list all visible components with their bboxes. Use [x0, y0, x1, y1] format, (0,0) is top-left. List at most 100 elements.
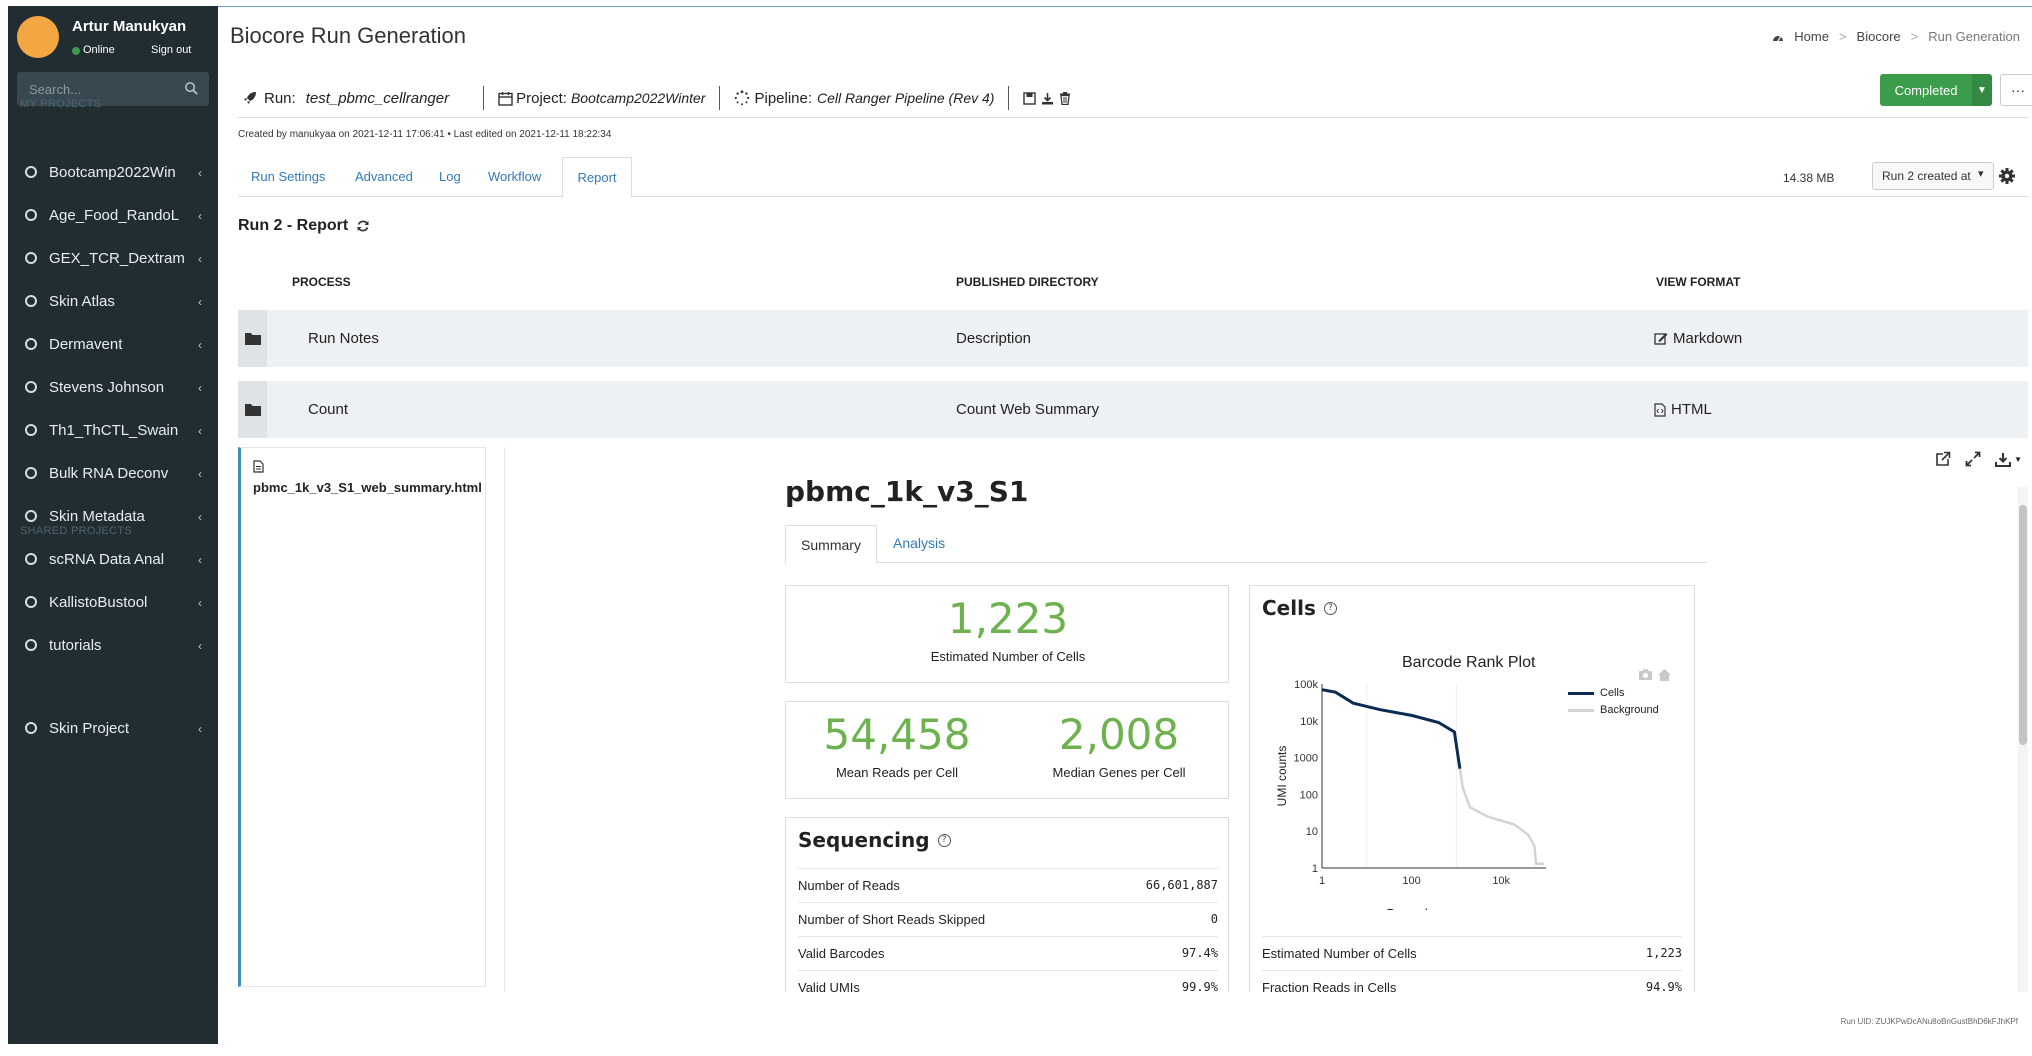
- circle-icon: [25, 596, 37, 608]
- more-options-button[interactable]: ···: [2000, 74, 2032, 106]
- sidebar-item-label: Age_Food_RandoL: [49, 206, 180, 224]
- tab-advanced[interactable]: Advanced: [355, 169, 413, 184]
- metric-value: 0: [1210, 912, 1218, 926]
- my-projects-header: MY PROJECTS: [20, 98, 102, 110]
- metric-row: Estimated Number of Cells 1,223: [1262, 936, 1682, 970]
- sidebar-item-project[interactable]: Bulk RNA Deconv ‹: [8, 453, 218, 493]
- metric-row: Valid Barcodes 97.4%: [798, 936, 1218, 970]
- run-uid: Run UID: ZUJKPwDcANu8oBnGustBhD6kFJhKPf: [1840, 1017, 2018, 1026]
- metric-name: Valid UMIs: [798, 980, 860, 992]
- mean-reads-label: Mean Reads per Cell: [835, 765, 959, 780]
- circle-icon: [25, 553, 37, 565]
- chevron-left-icon: ‹: [198, 209, 202, 223]
- search-icon[interactable]: [184, 81, 199, 96]
- chevron-left-icon: ‹: [198, 295, 202, 309]
- sidebar: Artur Manukyan Online Sign out MY PROJEC…: [8, 6, 218, 1044]
- tab-log[interactable]: Log: [439, 169, 461, 184]
- sidebar-item-project[interactable]: Bootcamp2022Win ‹: [8, 152, 218, 192]
- view-format[interactable]: HTML: [1654, 401, 1712, 418]
- sidebar-item-project[interactable]: Age_Food_RandoL ‹: [8, 195, 218, 235]
- home-icon[interactable]: [1658, 669, 1671, 681]
- circle-icon: [25, 424, 37, 436]
- process-row[interactable]: Run Notes Description Markdown: [238, 310, 2028, 367]
- scrollbar-thumb[interactable]: [2019, 505, 2027, 745]
- divider: [483, 86, 485, 110]
- row-handle[interactable]: [238, 310, 267, 367]
- sidebar-item-project[interactable]: Skin Project ‹: [8, 708, 218, 748]
- file-list-item[interactable]: pbmc_1k_v3_S1_web_summary.html: [253, 458, 482, 498]
- run-info-bar: Run: test_pbmc_cellranger Project: Bootc…: [242, 85, 1071, 111]
- pipeline-name[interactable]: Cell Ranger Pipeline (Rev 4): [817, 90, 994, 106]
- download-icon: [1995, 452, 2012, 467]
- run-panel: Run: test_pbmc_cellranger Project: Bootc…: [230, 63, 2032, 1023]
- page-title: Biocore Run Generation: [230, 23, 467, 48]
- process-name: Run Notes: [308, 330, 379, 347]
- view-format[interactable]: Markdown: [1654, 330, 1742, 347]
- tab-workflow[interactable]: Workflow: [488, 169, 541, 184]
- barcode-rank-plot[interactable]: 100k 10k 1000 100 10 11 100 10k Barcodes UMI coun…: [1270, 670, 1570, 910]
- run-status-button[interactable]: Completed: [1880, 74, 1972, 106]
- sidebar-item-project[interactable]: Th1_ThCTL_Swain ‹: [8, 410, 218, 450]
- y-tick-label: 1000: [1294, 753, 1318, 765]
- circle-icon: [25, 166, 37, 178]
- help-icon[interactable]: ?: [937, 833, 951, 847]
- tab-summary[interactable]: Summary: [785, 525, 877, 564]
- median-genes-value: 2,008: [1058, 710, 1180, 759]
- run-label: Run:: [264, 89, 296, 107]
- metric-row: Number of Short Reads Skipped 0: [798, 902, 1218, 936]
- sidebar-item-label: Dermavent: [49, 335, 123, 353]
- tab-run-settings[interactable]: Run Settings: [251, 169, 325, 184]
- sidebar-item-project[interactable]: KallistoBustool ‹: [8, 582, 218, 622]
- run-name[interactable]: test_pbmc_cellranger: [306, 90, 449, 107]
- status-dropdown-caret[interactable]: ▼: [1972, 74, 1992, 106]
- row-handle[interactable]: [238, 381, 267, 438]
- sidebar-item-project[interactable]: scRNA Data Anal ‹: [8, 539, 218, 579]
- breadcrumb-home[interactable]: Home: [1794, 29, 1829, 44]
- avatar[interactable]: [17, 16, 59, 58]
- sidebar-item-project[interactable]: Dermavent ‹: [8, 324, 218, 364]
- metric-value: 1,223: [1645, 946, 1682, 960]
- trash-icon[interactable]: [1059, 91, 1071, 105]
- metric-value: 94.9%: [1645, 980, 1682, 992]
- circle-icon: [25, 381, 37, 393]
- refresh-icon[interactable]: [356, 219, 370, 233]
- tab-report[interactable]: Report: [562, 157, 632, 198]
- download-menu[interactable]: ▼: [1995, 452, 2022, 467]
- sidebar-item-project[interactable]: Skin Atlas ‹: [8, 281, 218, 321]
- y-tick-label: 10k: [1300, 716, 1318, 728]
- chevron-left-icon: ‹: [198, 467, 202, 481]
- sidebar-item-project[interactable]: GEX_TCR_Dextram ‹: [8, 238, 218, 278]
- circle-icon: [25, 639, 37, 651]
- shared-projects-header: SHARED PROJECTS: [20, 525, 133, 537]
- chevron-left-icon: ‹: [198, 510, 202, 524]
- breadcrumb-biocore[interactable]: Biocore: [1857, 29, 1901, 44]
- external-link-icon[interactable]: [1935, 451, 1951, 467]
- download-icon[interactable]: [1041, 92, 1054, 105]
- folder-icon: [245, 333, 261, 345]
- sidebar-item-project[interactable]: Stevens Johnson ‹: [8, 367, 218, 407]
- legend-background[interactable]: Background: [1568, 704, 1659, 716]
- sequencing-card: Sequencing? Number of Reads 66,601,887 Nu…: [785, 817, 1229, 992]
- expand-icon[interactable]: [1965, 451, 1981, 467]
- sidebar-item-label: Bootcamp2022Win: [49, 163, 176, 181]
- save-icon[interactable]: [1023, 91, 1037, 105]
- tab-analysis[interactable]: Analysis: [893, 535, 945, 551]
- file-list-panel: pbmc_1k_v3_S1_web_summary.html: [238, 447, 486, 987]
- metric-name: Estimated Number of Cells: [1262, 946, 1417, 961]
- process-row[interactable]: Count Count Web Summary HTML: [238, 381, 2028, 438]
- legend-cells[interactable]: Cells: [1568, 687, 1624, 699]
- sidebar-item-label: Skin Project: [49, 719, 130, 737]
- sidebar-item-label: KallistoBustool: [49, 593, 148, 611]
- web-summary-tabs: Summary Analysis: [785, 525, 1707, 564]
- chevron-left-icon: ‹: [198, 381, 202, 395]
- project-name[interactable]: Bootcamp2022Winter: [571, 90, 706, 106]
- sidebar-item-project[interactable]: tutorials ‹: [8, 625, 218, 665]
- sign-out-link[interactable]: Sign out: [151, 44, 191, 56]
- help-icon[interactable]: ?: [1323, 601, 1337, 615]
- gear-icon[interactable]: [1998, 167, 2016, 185]
- run-select[interactable]: Run 2 created at: [1872, 162, 1994, 190]
- sequencing-title: Sequencing?: [798, 828, 951, 852]
- camera-icon[interactable]: [1639, 669, 1652, 680]
- chevron-left-icon: ‹: [198, 596, 202, 610]
- breadcrumb-current: Run Generation: [1928, 29, 2020, 44]
